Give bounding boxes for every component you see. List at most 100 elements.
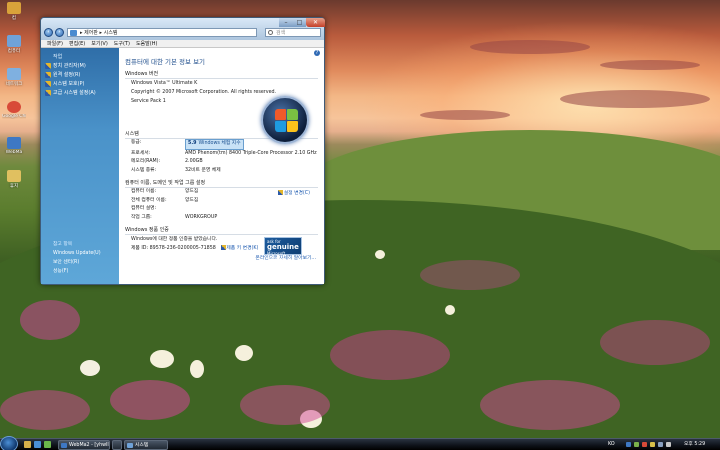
link-performance[interactable]: 성능(F) xyxy=(53,267,101,276)
breadcrumb-control-panel[interactable]: 제어판 xyxy=(84,30,98,36)
system-row-type: 시스템 종류: 32비트 운영 체제 xyxy=(131,167,221,173)
change-settings-link[interactable]: 설정 변경(C) xyxy=(277,189,310,196)
taskbar-button-webmail[interactable]: WebMa2 - [yhwll xyxy=(58,440,110,450)
webmail-icon xyxy=(7,137,21,149)
system-row-memory: 메모리(RAM): 2.00GB xyxy=(131,159,203,164)
language-indicator[interactable]: KO xyxy=(608,439,615,450)
main-pane: ? 컴퓨터에 대한 기본 정보 보기 Windows 버전 Windows Vi… xyxy=(119,48,324,284)
taskbar: WebMa2 - [yhwll 시스템 KO 오후 5:29 xyxy=(0,436,720,450)
recycle-bin-icon xyxy=(7,170,21,182)
link-security-center[interactable]: 보안 센터(R) xyxy=(53,258,101,267)
desktop-icon-recycle-bin[interactable]: 휴지 xyxy=(2,170,26,189)
menu-help[interactable]: 도움말(H) xyxy=(133,40,160,47)
computer-name-section: 설정 변경(C) 컴퓨터 이름: 양드짐 전체 컴퓨터 이름: 양드짐 컴퓨터 … xyxy=(125,188,318,222)
computer-row-description: 컴퓨터 설명: xyxy=(131,206,157,211)
flower-cluster xyxy=(20,300,80,340)
taskbar-button-shell[interactable] xyxy=(112,440,122,450)
flower-cluster xyxy=(480,380,620,430)
tray-icon[interactable] xyxy=(626,442,631,447)
desktop-icon-computer[interactable]: 컴퓨터 xyxy=(2,35,26,54)
start-button[interactable] xyxy=(0,436,18,450)
chrome-icon xyxy=(7,101,21,113)
flower-cluster xyxy=(0,390,90,430)
shield-icon xyxy=(45,62,51,69)
see-also: 참고 항목 Windows Update(U) 보안 센터(R) 성능(F) xyxy=(53,240,101,276)
maximize-button[interactable]: □ xyxy=(293,18,306,27)
cloud xyxy=(600,60,700,70)
edition-name: Windows Vista™ Ultimate K xyxy=(131,81,198,86)
flower xyxy=(80,360,100,376)
forward-button[interactable]: › xyxy=(55,28,64,37)
menu-view[interactable]: 보기(V) xyxy=(88,40,111,47)
menu-file[interactable]: 파일(F) xyxy=(44,40,66,47)
cloud xyxy=(560,90,710,108)
shield-icon xyxy=(45,89,51,96)
address-bar[interactable]: ▸ 제어판 ▸ 시스템 xyxy=(67,28,257,37)
experience-index-badge[interactable]: 5.9 Windows 체험 지수 xyxy=(185,139,244,150)
shield-icon xyxy=(277,190,283,195)
flower-cluster xyxy=(240,385,330,425)
system-row-processor: 프로세서: AMD Phenom(tm) 8400 Triple-Core Pr… xyxy=(131,150,317,156)
menu-bar: 파일(F) 편집(E) 보기(V) 도구(T) 도움말(H) xyxy=(41,40,324,48)
windows-vista-logo xyxy=(261,96,309,144)
computer-name-heading: 컴퓨터 이름, 도메인 및 작업 그룹 설정 xyxy=(125,179,318,188)
desktop-icon-chrome[interactable]: Google Chr xyxy=(2,101,26,119)
show-desktop-icon[interactable] xyxy=(24,441,31,448)
tray-icon[interactable] xyxy=(634,442,639,447)
flower-cluster xyxy=(600,320,710,365)
window-titlebar[interactable]: – □ ✕ ‹ › ▸ 제어판 ▸ 시스템 검색 xyxy=(41,18,325,40)
flower xyxy=(150,350,174,368)
activation-heading: Windows 정품 인증 xyxy=(125,226,318,235)
flower xyxy=(375,250,385,259)
close-button[interactable]: ✕ xyxy=(306,18,325,27)
network-tray-icon[interactable] xyxy=(658,442,663,447)
flower-cluster xyxy=(420,260,520,290)
system-window: – □ ✕ ‹ › ▸ 제어판 ▸ 시스템 검색 파일(F) 편집(E) 보기(… xyxy=(40,17,325,285)
desktop-icon-user-folder[interactable]: 컴 xyxy=(2,2,26,21)
genuine-microsoft-badge[interactable]: ask for genuine Microsoft software xyxy=(264,237,302,261)
window-body: 작업 장치 관리자(M) 원격 설정(R) 시스템 보호(P) 고급 시스템 설… xyxy=(41,48,324,284)
cloud xyxy=(470,40,590,54)
flower xyxy=(190,360,204,378)
see-also-heading: 참고 항목 xyxy=(53,242,73,247)
taskbar-button-system[interactable]: 시스템 xyxy=(124,440,168,450)
change-product-key-link[interactable]: 제품 키 변경(K) xyxy=(221,245,258,251)
task-advanced-settings[interactable]: 고급 시스템 설정(A) xyxy=(41,87,119,96)
flower-cluster xyxy=(330,330,450,380)
product-id: 제품 ID: 89578-236-0200005-71858 xyxy=(131,246,216,251)
desktop-icon-network[interactable]: 네트워크 xyxy=(2,68,26,87)
shield-icon xyxy=(45,80,51,87)
quicklaunch-icon[interactable] xyxy=(44,441,51,448)
flower-cluster xyxy=(110,380,190,420)
help-icon[interactable]: ? xyxy=(314,50,320,56)
control-panel-icon xyxy=(70,30,77,36)
search-input[interactable]: 검색 xyxy=(265,28,321,37)
user-folder-icon xyxy=(7,2,21,14)
task-device-manager[interactable]: 장치 관리자(M) xyxy=(41,60,119,69)
network-icon xyxy=(7,68,21,80)
desktop-icon-webmail[interactable]: WebMa xyxy=(2,137,26,155)
minimize-button[interactable]: – xyxy=(279,18,293,27)
breadcrumb-system[interactable]: 시스템 xyxy=(104,30,118,36)
ie-icon[interactable] xyxy=(34,441,41,448)
edition-heading: Windows 버전 xyxy=(125,70,318,79)
clock[interactable]: 오후 5:29 xyxy=(684,439,705,450)
back-button[interactable]: ‹ xyxy=(44,28,53,37)
flower xyxy=(445,305,455,315)
task-system-protection[interactable]: 시스템 보호(P) xyxy=(41,78,119,87)
system-tray: KO 오후 5:29 xyxy=(598,439,720,450)
system-icon xyxy=(127,443,133,448)
menu-tools[interactable]: 도구(T) xyxy=(111,40,133,47)
shield-icon xyxy=(45,71,51,78)
page-title: 컴퓨터에 대한 기본 정보 보기 xyxy=(125,58,206,66)
webmail-icon xyxy=(61,443,67,448)
link-windows-update[interactable]: Windows Update(U) xyxy=(53,249,101,258)
menu-edit[interactable]: 편집(E) xyxy=(66,40,88,47)
volume-icon[interactable] xyxy=(666,442,671,447)
cloud xyxy=(420,110,510,120)
flower xyxy=(235,345,253,361)
computer-row-workgroup: 작업 그룹: WORKGROUP xyxy=(131,214,218,220)
task-remote-settings[interactable]: 원격 설정(R) xyxy=(41,69,119,78)
tray-icon[interactable] xyxy=(650,442,655,447)
tray-icon[interactable] xyxy=(642,442,647,447)
